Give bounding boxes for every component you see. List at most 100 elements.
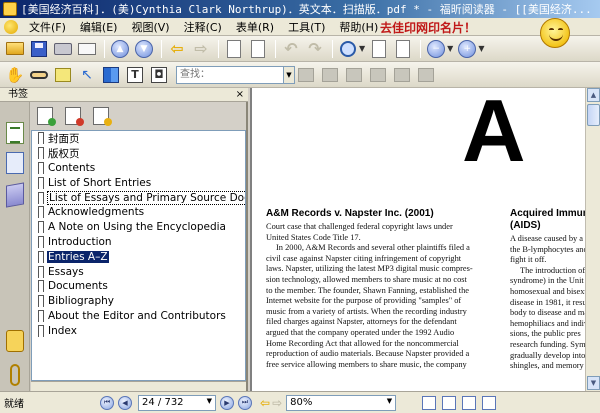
- menu-tools[interactable]: 工具(T): [281, 19, 332, 35]
- bookmark-item[interactable]: 版权页: [38, 146, 245, 161]
- scroll-thumb[interactable]: [587, 104, 600, 126]
- bookmark-icon: [38, 324, 44, 337]
- vertical-scrollbar[interactable]: ▲ ▼: [585, 88, 600, 391]
- add-bookmark-button[interactable]: [37, 107, 56, 126]
- bookmark-item[interactable]: 封面页: [38, 131, 245, 146]
- menu-edit[interactable]: 编辑(E): [73, 19, 125, 35]
- ad-banner-link[interactable]: 去佳印网印名片！: [380, 18, 476, 36]
- tools-toolbar: ✋ ↖ T ◘ ▼: [0, 62, 600, 88]
- save-button[interactable]: [28, 38, 50, 60]
- book-tool-button[interactable]: [100, 64, 122, 86]
- open-button[interactable]: [4, 38, 26, 60]
- menu-file[interactable]: 文件(F): [22, 19, 73, 35]
- chevron-down-icon[interactable]: ▼: [447, 44, 453, 53]
- menu-comment[interactable]: 注释(C): [177, 19, 229, 35]
- back-arrow-icon[interactable]: ⇦: [260, 396, 270, 410]
- scroll-up-icon[interactable]: ▲: [587, 88, 600, 102]
- last-page-button[interactable]: ⏭: [238, 395, 252, 410]
- zoom-tool-button[interactable]: [337, 38, 359, 60]
- bookmark-item[interactable]: Acknowledgments: [38, 205, 245, 220]
- select-tool-button[interactable]: ↖: [76, 64, 98, 86]
- bookmark-item[interactable]: Essays: [38, 264, 245, 279]
- forward-arrow-icon[interactable]: ⇨: [272, 396, 282, 410]
- bookmark-item[interactable]: List of Essays and Primary Source Docume…: [38, 190, 245, 205]
- undo-button[interactable]: ↶: [280, 38, 302, 60]
- search-prev-button[interactable]: [295, 64, 317, 86]
- chevron-down-icon[interactable]: ▼: [359, 44, 365, 53]
- zoom-in-button[interactable]: +: [456, 38, 478, 60]
- bookmark-item[interactable]: Documents: [38, 279, 245, 294]
- loupe-tool-button[interactable]: [28, 64, 50, 86]
- continuous-button[interactable]: [415, 64, 437, 86]
- page-number-value: 24 / 732: [142, 396, 184, 408]
- panel-scrollbar[interactable]: [31, 381, 246, 391]
- facing-view-icon[interactable]: [462, 395, 477, 410]
- search-input[interactable]: [176, 65, 284, 84]
- bookmark-icon: [38, 250, 44, 263]
- fit-page-button[interactable]: [368, 38, 390, 60]
- left-column: A&M Records v. Napster Inc. (2001) Court…: [266, 208, 502, 370]
- pages-tab-icon[interactable]: [6, 152, 24, 174]
- search-option-button[interactable]: [343, 64, 365, 86]
- chevron-down-icon[interactable]: ▼: [387, 397, 392, 409]
- snapshot-tool-button[interactable]: ◘: [148, 64, 170, 86]
- paste-button[interactable]: [247, 38, 269, 60]
- text-tool-button[interactable]: T: [124, 64, 146, 86]
- zoom-out-button[interactable]: −: [425, 38, 447, 60]
- delete-bookmark-button[interactable]: [65, 107, 84, 126]
- bookmark-item[interactable]: Entries A–Z: [38, 249, 245, 264]
- menu-view[interactable]: 视图(V): [124, 19, 176, 35]
- toolbar-divider: [161, 39, 162, 58]
- forward-button[interactable]: ⇨: [190, 38, 212, 60]
- bookmark-item[interactable]: Bibliography: [38, 294, 245, 309]
- smiley-mascot-icon[interactable]: [540, 18, 570, 48]
- prev-page-button[interactable]: ▲: [109, 38, 131, 60]
- continuous-view-icon[interactable]: [442, 395, 457, 410]
- single-page-view-icon[interactable]: [422, 395, 437, 410]
- glasses-icon: [30, 70, 48, 79]
- book-icon: [103, 66, 119, 83]
- fit-width-button[interactable]: [392, 38, 414, 60]
- first-page-button[interactable]: ⏮: [100, 395, 114, 410]
- copy-button[interactable]: [223, 38, 245, 60]
- scroll-down-icon[interactable]: ▼: [587, 376, 600, 390]
- chevron-down-icon[interactable]: ▼: [207, 397, 212, 409]
- menu-form[interactable]: 表单(R): [229, 19, 281, 35]
- chevron-down-icon[interactable]: ▼: [283, 65, 295, 84]
- next-page-button[interactable]: ▼: [133, 38, 155, 60]
- search-next-button[interactable]: [319, 64, 341, 86]
- bookmarks-tab-icon[interactable]: [6, 122, 24, 144]
- layers-tab-icon[interactable]: [6, 182, 24, 208]
- zoom-level-field[interactable]: 80% ▼: [286, 394, 397, 411]
- highlight-tool-button[interactable]: [52, 64, 74, 86]
- arrow-down-icon: ▼: [135, 39, 153, 58]
- bookmark-item[interactable]: Introduction: [38, 235, 245, 250]
- attachments-tab-icon[interactable]: [10, 364, 20, 386]
- menu-help[interactable]: 帮助(H): [332, 19, 385, 35]
- bookmark-item[interactable]: A Note on Using the Encyclopedia: [38, 220, 245, 235]
- panel-close-button[interactable]: ×: [236, 88, 244, 101]
- bookmark-item[interactable]: Index: [38, 323, 245, 338]
- prev-page-status-button[interactable]: ◀: [118, 395, 132, 410]
- comments-tab-icon[interactable]: [6, 330, 24, 352]
- article-line: Home Recording Act that allowed for the …: [266, 338, 459, 348]
- email-button[interactable]: [76, 38, 98, 60]
- bookmark-properties-button[interactable]: [93, 107, 112, 126]
- continuous-facing-view-icon[interactable]: [482, 395, 497, 410]
- bookmark-item[interactable]: List of Short Entries: [38, 175, 245, 190]
- bookmark-item[interactable]: Contents: [38, 161, 245, 176]
- next-page-status-button[interactable]: ▶: [220, 395, 234, 410]
- back-button[interactable]: ⇦: [166, 38, 188, 60]
- arrow-left-icon: ⇦: [170, 39, 184, 58]
- print-button[interactable]: [52, 38, 74, 60]
- redo-button[interactable]: ↷: [304, 38, 326, 60]
- rotate-button[interactable]: [367, 64, 389, 86]
- bookmark-item[interactable]: About the Editor and Contributors: [38, 309, 245, 324]
- hand-tool-button[interactable]: ✋: [4, 64, 26, 86]
- article-line: reproduction of audio materials. Because…: [266, 349, 470, 359]
- article-line: argued that the company operated under t…: [266, 327, 455, 337]
- document-view[interactable]: A A&M Records v. Napster Inc. (2001) Cou…: [250, 88, 600, 391]
- single-page-button[interactable]: [391, 64, 413, 86]
- chevron-down-icon[interactable]: ▼: [478, 44, 484, 53]
- page-number-field[interactable]: 24 / 732 ▼: [138, 394, 216, 411]
